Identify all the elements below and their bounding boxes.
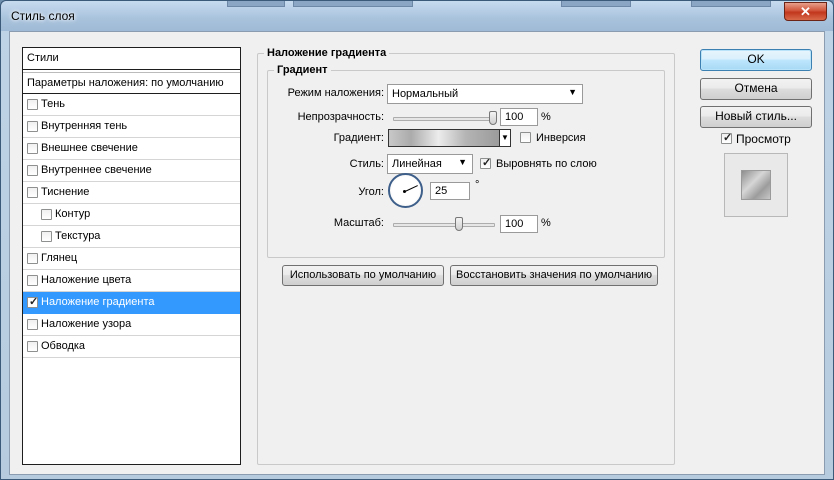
angle-dial-needle	[404, 185, 418, 192]
style-item-label: Контур	[55, 208, 91, 220]
title-bar[interactable]: Стиль слоя ✕	[1, 1, 833, 31]
background-tab	[691, 1, 771, 7]
angle-unit: °	[475, 179, 480, 191]
style-item[interactable]: Внутренняя тень	[23, 116, 240, 138]
background-tab	[293, 1, 413, 7]
style-item[interactable]: Обводка	[23, 336, 240, 358]
blend-mode-label: Режим наложения:	[287, 87, 384, 99]
angle-input[interactable]: 25	[430, 182, 470, 200]
scale-unit: %	[541, 217, 551, 229]
style-item[interactable]: Контур	[23, 204, 240, 226]
style-item-label: Тень	[41, 98, 66, 110]
style-item-checkbox[interactable]	[27, 253, 38, 264]
style-item-checkbox[interactable]	[27, 341, 38, 352]
gradient-picker-button[interactable]: ▼	[499, 129, 511, 147]
preview-label: Просмотр	[736, 132, 791, 146]
style-item-label: Обводка	[41, 340, 86, 352]
align-with-layer-label: Выровнять по слою	[496, 158, 597, 170]
styles-list-header[interactable]: Стили	[23, 48, 240, 70]
style-item[interactable]: Наложение градиента	[23, 292, 240, 314]
style-item-label: Внутреннее свечение	[41, 164, 152, 176]
gradient-subgroup-title: Градиент	[274, 64, 331, 76]
style-value: Линейная	[392, 158, 442, 170]
dialog-client-area: Стили Параметры наложения: по умолчанию …	[9, 31, 825, 475]
new-style-button[interactable]: Новый стиль...	[700, 106, 812, 128]
opacity-label: Непрозрачность:	[297, 111, 384, 123]
angle-dial[interactable]	[388, 173, 423, 208]
style-item-label: Текстура	[55, 230, 101, 242]
close-button[interactable]: ✕	[784, 2, 827, 21]
opacity-input[interactable]: 100	[500, 108, 538, 126]
opacity-unit: %	[541, 111, 551, 123]
style-item-label: Наложение цвета	[41, 274, 132, 286]
reverse-label: Инверсия	[536, 132, 586, 144]
style-item-checkbox[interactable]	[27, 187, 38, 198]
style-item[interactable]: Наложение узора	[23, 314, 240, 336]
style-preview-swatch	[741, 170, 771, 200]
dropdown-arrow-icon: ▼	[458, 157, 467, 167]
window-title: Стиль слоя	[11, 9, 75, 23]
cancel-button[interactable]: Отмена	[700, 78, 812, 100]
dropdown-arrow-icon: ▼	[568, 87, 577, 97]
style-item[interactable]: Внутреннее свечение	[23, 160, 240, 182]
styles-list: Стили Параметры наложения: по умолчанию …	[22, 47, 241, 465]
style-item-checkbox[interactable]	[41, 209, 52, 220]
opacity-slider-track[interactable]	[393, 117, 495, 121]
style-item[interactable]: Внешнее свечение	[23, 138, 240, 160]
style-item-checkbox[interactable]	[27, 295, 38, 308]
ok-button[interactable]: OK	[700, 49, 812, 71]
close-icon: ✕	[800, 4, 811, 19]
blend-mode-value: Нормальный	[392, 88, 459, 100]
blend-mode-select[interactable]: Нормальный ▼	[387, 84, 583, 104]
style-item[interactable]: Тень	[23, 94, 240, 116]
style-item[interactable]: Тиснение	[23, 182, 240, 204]
gradient-overlay-title: Наложение градиента	[264, 47, 390, 59]
style-item-checkbox[interactable]	[27, 99, 38, 110]
style-item-label: Глянец	[41, 252, 78, 264]
styles-items: Тень Внутренняя тень Внешнее свечение Внутр…	[23, 94, 240, 358]
style-item-label: Внутренняя тень	[41, 120, 128, 132]
blending-options-item[interactable]: Параметры наложения: по умолчанию	[23, 72, 240, 94]
background-tab	[561, 1, 631, 7]
layer-style-dialog: Стиль слоя ✕ Стили Параметры наложения: …	[0, 0, 834, 480]
style-item-checkbox[interactable]	[27, 143, 38, 154]
gradient-label: Градиент:	[333, 132, 384, 144]
style-preview-box	[724, 153, 788, 217]
scale-slider-track[interactable]	[393, 223, 495, 227]
make-default-button[interactable]: Использовать по умолчанию	[282, 265, 444, 286]
gradient-subgroup: Градиент Режим наложения: Нормальный ▼ Н…	[267, 64, 665, 258]
scale-input[interactable]: 100	[500, 215, 538, 233]
style-item-checkbox[interactable]	[27, 319, 38, 330]
style-label: Стиль:	[349, 158, 384, 170]
style-item[interactable]: Текстура	[23, 226, 240, 248]
style-item[interactable]: Наложение цвета	[23, 270, 240, 292]
scale-label: Масштаб:	[333, 217, 384, 229]
gradient-overlay-group: Наложение градиента Градиент Режим налож…	[257, 47, 675, 465]
style-item-checkbox[interactable]	[41, 231, 52, 242]
angle-dial-center	[403, 190, 406, 193]
gradient-preview-swatch[interactable]	[388, 129, 500, 147]
style-item[interactable]: Глянец	[23, 248, 240, 270]
angle-label: Угол:	[358, 186, 384, 198]
reset-to-default-button[interactable]: Восстановить значения по умолчанию	[450, 265, 658, 286]
reverse-checkbox[interactable]	[520, 132, 531, 143]
style-item-label: Тиснение	[41, 186, 90, 198]
scale-slider-thumb[interactable]	[455, 217, 464, 231]
dropdown-arrow-icon: ▼	[501, 133, 509, 142]
background-tab	[227, 1, 285, 7]
style-select[interactable]: Линейная ▼	[387, 154, 473, 174]
style-item-checkbox[interactable]	[27, 165, 38, 176]
align-with-layer-checkbox[interactable]	[480, 156, 491, 169]
style-item-label: Наложение градиента	[41, 296, 155, 308]
style-item-label: Наложение узора	[41, 318, 132, 330]
style-item-label: Внешнее свечение	[41, 142, 138, 154]
style-item-checkbox[interactable]	[27, 275, 38, 286]
preview-checkbox[interactable]	[721, 131, 732, 144]
opacity-slider-thumb[interactable]	[489, 111, 497, 125]
style-item-checkbox[interactable]	[27, 121, 38, 132]
